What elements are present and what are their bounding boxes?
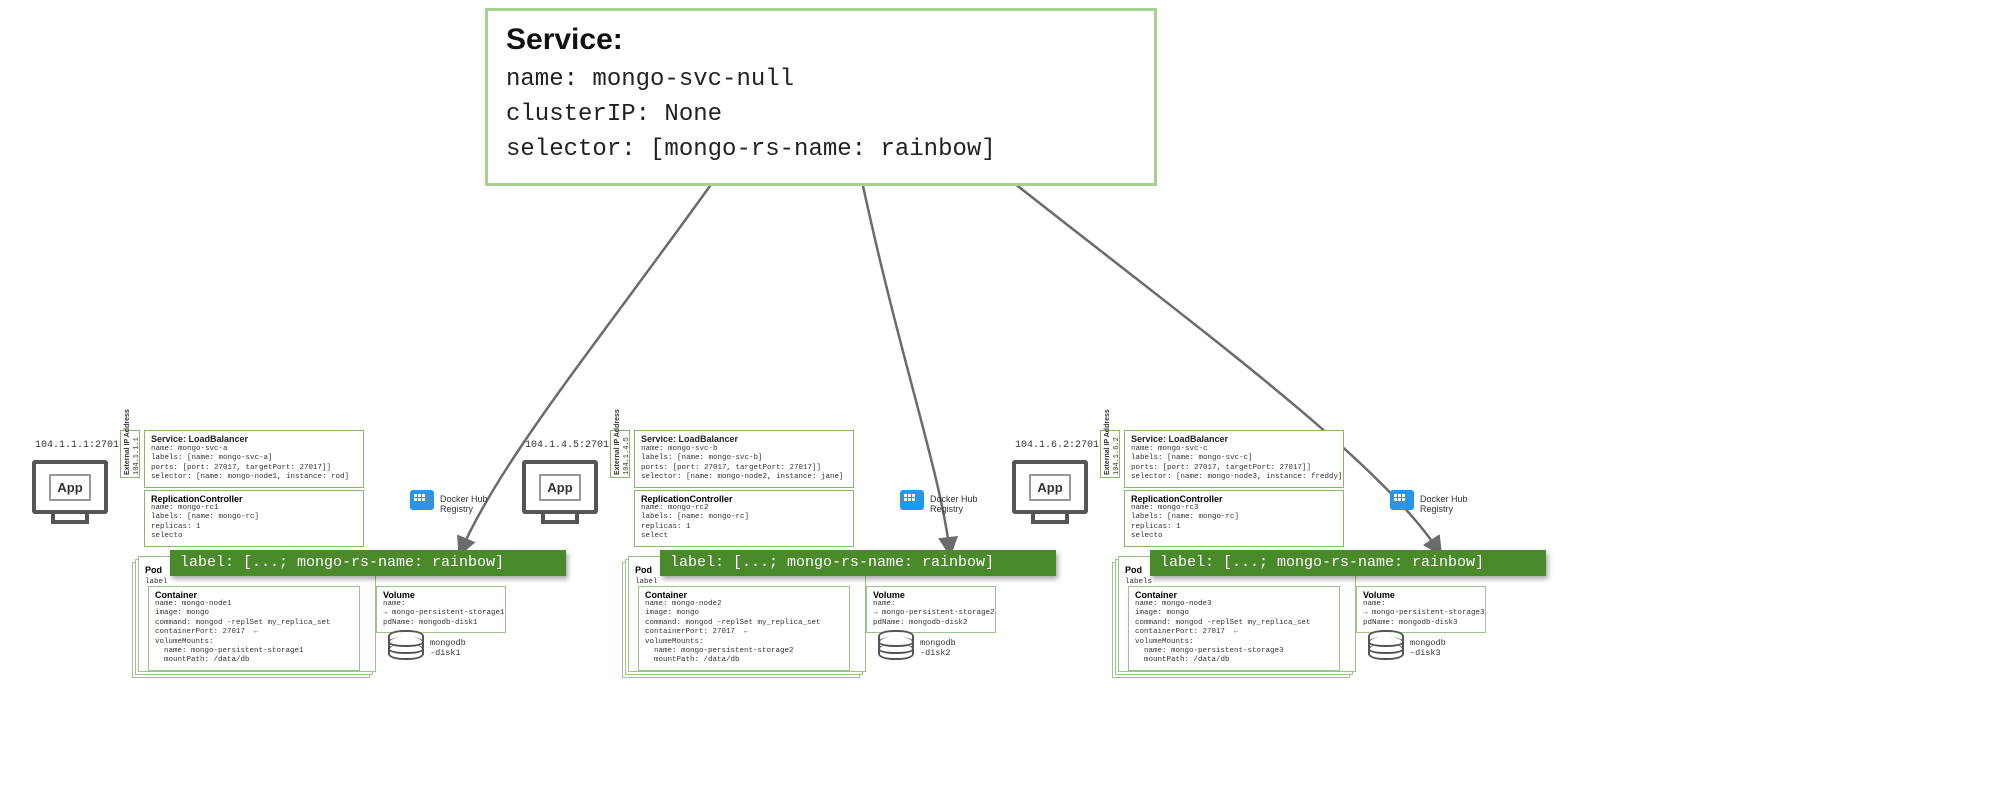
disk-icon	[388, 630, 432, 670]
service-loadbalancer-box: Service: LoadBalancer name: mongo-svc-a …	[144, 430, 364, 488]
diagram-canvas: Service: name: mongo-svc-null clusterIP:…	[0, 0, 1999, 803]
container-body: name: mongo-node3 image: mongo command: …	[1135, 600, 1333, 666]
disk-label: mongodb -disk3	[1410, 638, 1446, 658]
docker-icon	[1390, 490, 1414, 510]
external-ip-box: External IP Address 104.1.1.1	[120, 430, 140, 478]
external-ip-box-value: 104.1.4.5	[623, 437, 631, 475]
docker-hub-label: Docker Hub Registry	[1420, 494, 1500, 514]
external-ip-text: 104.1.1.1:27017	[35, 440, 125, 451]
replication-controller-box: ReplicationController name: mongo-rc3 la…	[1124, 490, 1344, 547]
container-body: name: mongo-node1 image: mongo command: …	[155, 600, 353, 666]
service-lb-title: Service: LoadBalancer	[1131, 434, 1337, 444]
external-ip-box-label: External IP Address	[614, 409, 621, 475]
external-ip-text: 104.1.6.2:27017	[1015, 440, 1105, 451]
volume-body: name: → mongo-persistent-storage3 pdName…	[1363, 600, 1479, 628]
disk-icon	[878, 630, 922, 670]
external-ip-box: External IP Address 104.1.6.2	[1100, 430, 1120, 478]
disk-icon	[1368, 630, 1412, 670]
replication-controller-box: ReplicationController name: mongo-rc2 la…	[634, 490, 854, 547]
volume-title: Volume	[1363, 590, 1479, 600]
container-box: Container name: mongo-node3 image: mongo…	[1128, 586, 1340, 671]
service-name-line: name: mongo-svc-null	[506, 63, 1136, 98]
container-title: Container	[1135, 590, 1333, 600]
rc-title: ReplicationController	[641, 494, 847, 504]
app-label: App	[49, 474, 90, 501]
external-ip-box-label: External IP Address	[124, 409, 131, 475]
rc-title: ReplicationController	[151, 494, 357, 504]
rc-body: name: mongo-rc1 labels: [name: mongo-rc]…	[151, 504, 357, 542]
pod-title: Pod	[145, 565, 162, 575]
pod-label-highlight: label: [...; mongo-rs-name: rainbow]	[1150, 550, 1546, 576]
service-lb-body: name: mongo-svc-b labels: [name: mongo-s…	[641, 445, 847, 483]
volume-body: name: → mongo-persistent-storage2 pdName…	[873, 600, 989, 628]
pod-label-highlight: label: [...; mongo-rs-name: rainbow]	[170, 550, 566, 576]
external-ip-box-label: External IP Address	[1104, 409, 1111, 475]
docker-icon	[410, 490, 434, 510]
volume-box: Volume name: → mongo-persistent-storage2…	[866, 586, 996, 633]
headless-service-box: Service: name: mongo-svc-null clusterIP:…	[485, 8, 1157, 186]
rc-body: name: mongo-rc3 labels: [name: mongo-rc]…	[1131, 504, 1337, 542]
container-body: name: mongo-node2 image: mongo command: …	[645, 600, 843, 666]
pod-title: Pod	[1125, 565, 1142, 575]
disk-label: mongodb -disk1	[430, 638, 466, 658]
volume-box: Volume name: → mongo-persistent-storage1…	[376, 586, 506, 633]
container-box: Container name: mongo-node2 image: mongo…	[638, 586, 850, 671]
pod-label-highlight: label: [...; mongo-rs-name: rainbow]	[660, 550, 1056, 576]
volume-box: Volume name: → mongo-persistent-storage3…	[1356, 586, 1486, 633]
service-lb-title: Service: LoadBalancer	[641, 434, 847, 444]
volume-body: name: → mongo-persistent-storage1 pdName…	[383, 600, 499, 628]
container-title: Container	[155, 590, 353, 600]
volume-title: Volume	[383, 590, 499, 600]
external-ip-text: 104.1.4.5:27017	[525, 440, 615, 451]
volume-title: Volume	[873, 590, 989, 600]
rc-title: ReplicationController	[1131, 494, 1337, 504]
pod-title: Pod	[635, 565, 652, 575]
external-ip-box-value: 104.1.6.2	[1113, 437, 1121, 475]
service-title: Service:	[506, 23, 1136, 57]
docker-hub-label: Docker Hub Registry	[930, 494, 1010, 514]
app-label: App	[539, 474, 580, 501]
disk-label: mongodb -disk2	[920, 638, 956, 658]
service-loadbalancer-box: Service: LoadBalancer name: mongo-svc-c …	[1124, 430, 1344, 488]
external-ip-box: External IP Address 104.1.4.5	[610, 430, 630, 478]
service-lb-body: name: mongo-svc-c labels: [name: mongo-s…	[1131, 445, 1337, 483]
app-monitor-icon: App	[32, 460, 108, 530]
replication-controller-box: ReplicationController name: mongo-rc1 la…	[144, 490, 364, 547]
container-box: Container name: mongo-node1 image: mongo…	[148, 586, 360, 671]
service-clusterip-line: clusterIP: None	[506, 98, 1136, 133]
app-monitor-icon: App	[1012, 460, 1088, 530]
app-label: App	[1029, 474, 1070, 501]
container-title: Container	[645, 590, 843, 600]
docker-icon	[900, 490, 924, 510]
app-monitor-icon: App	[522, 460, 598, 530]
service-selector-line: selector: [mongo-rs-name: rainbow]	[506, 133, 1136, 168]
rc-body: name: mongo-rc2 labels: [name: mongo-rc]…	[641, 504, 847, 542]
service-loadbalancer-box: Service: LoadBalancer name: mongo-svc-b …	[634, 430, 854, 488]
service-lb-title: Service: LoadBalancer	[151, 434, 357, 444]
external-ip-box-value: 104.1.1.1	[133, 437, 141, 475]
service-lb-body: name: mongo-svc-a labels: [name: mongo-s…	[151, 445, 357, 483]
docker-hub-label: Docker Hub Registry	[440, 494, 520, 514]
